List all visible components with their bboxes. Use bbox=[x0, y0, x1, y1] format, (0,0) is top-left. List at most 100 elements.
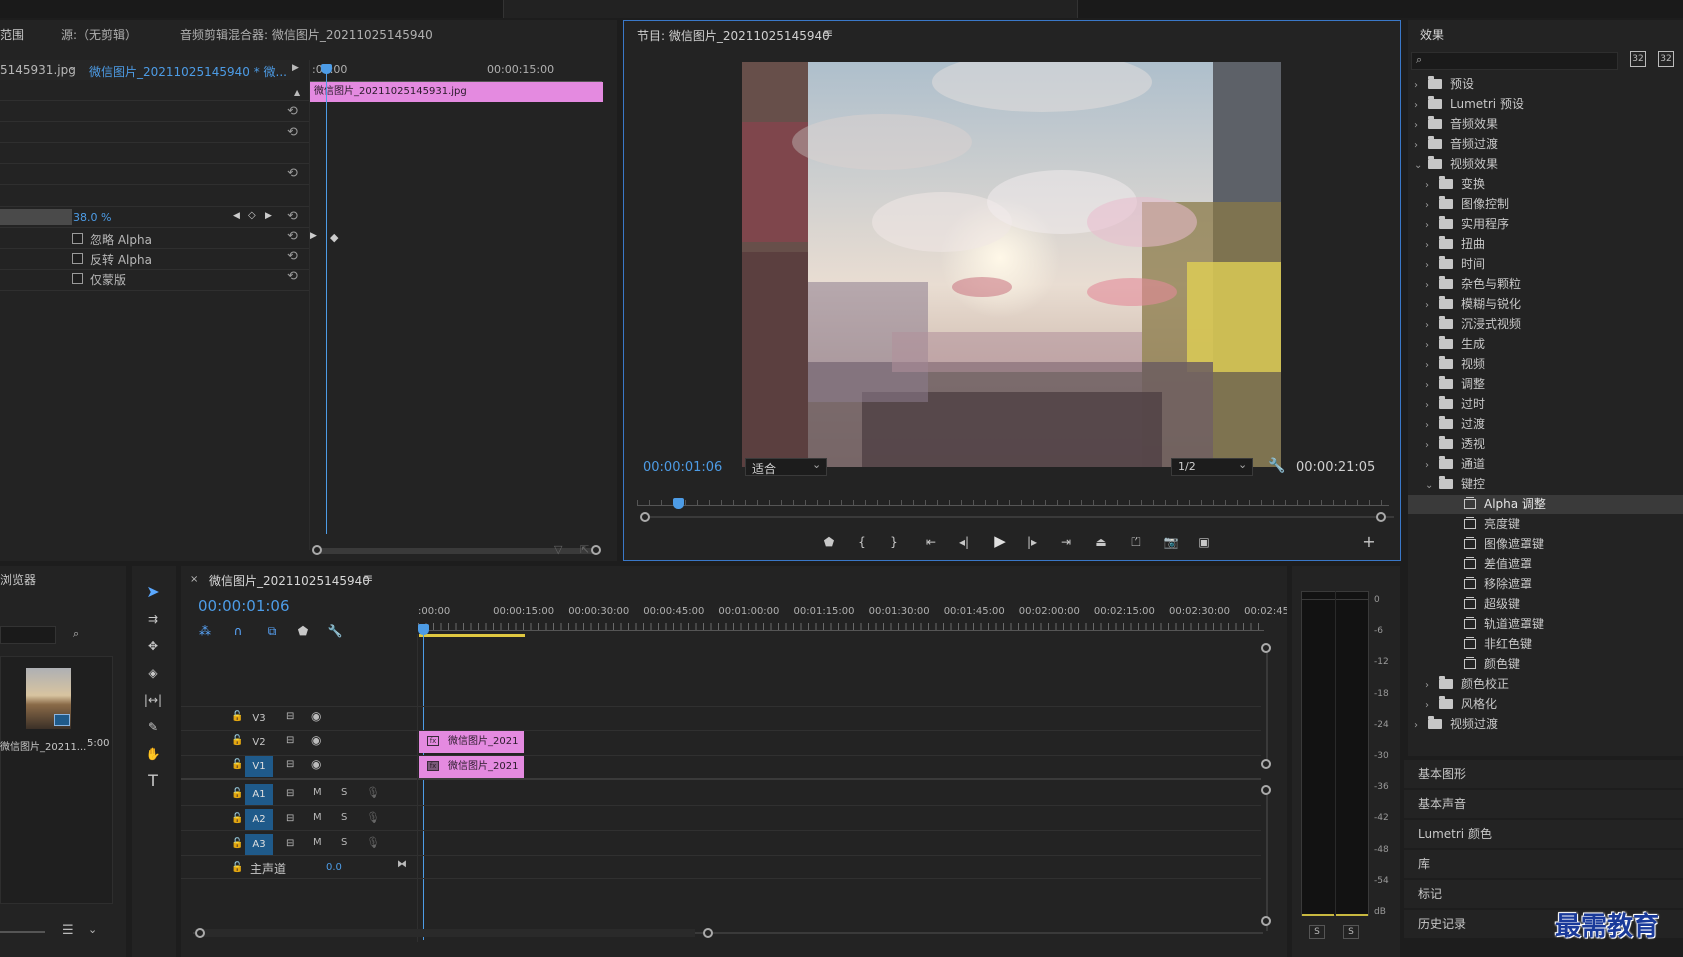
effects-tree-item[interactable]: › 实用程序 bbox=[1408, 215, 1683, 234]
effects-tree-item[interactable]: › 过渡 bbox=[1408, 415, 1683, 434]
reset-icon[interactable]: ⟲ bbox=[287, 104, 298, 119]
effects-tree-item[interactable]: › 风格化 bbox=[1408, 695, 1683, 714]
program-playhead[interactable] bbox=[673, 498, 684, 509]
zoom-slider[interactable] bbox=[0, 931, 45, 933]
mute-button[interactable]: M bbox=[313, 812, 322, 823]
chevron-down-icon[interactable]: ⌄ bbox=[88, 923, 97, 936]
effects-tree-item[interactable]: 超级键 bbox=[1408, 595, 1683, 614]
new-bin-icon[interactable]: 32 bbox=[1630, 51, 1646, 67]
type-tool-icon[interactable]: T bbox=[139, 771, 167, 791]
effects-tree-item[interactable]: › 视频过渡 bbox=[1408, 715, 1683, 734]
yuv-icon[interactable]: 32 bbox=[1658, 51, 1674, 67]
list-view-icon[interactable]: ☰ bbox=[62, 923, 74, 938]
chevron-right-icon[interactable]: › bbox=[1425, 276, 1439, 295]
effects-tree-item[interactable]: 差值遮罩 bbox=[1408, 555, 1683, 574]
work-area-bar[interactable] bbox=[419, 634, 525, 637]
chevron-right-icon[interactable]: › bbox=[1425, 296, 1439, 315]
track-select-icon[interactable]: ⇉ bbox=[139, 609, 167, 629]
camera-icon[interactable]: 📷 bbox=[1159, 532, 1183, 552]
effects-tree-item[interactable]: 轨道遮罩键 bbox=[1408, 615, 1683, 634]
effects-tree-item[interactable]: › 预设 bbox=[1408, 75, 1683, 94]
lock-icon[interactable]: 🔓 bbox=[231, 862, 243, 873]
timeline-ruler[interactable]: :00:00 00:00:15:00 00:00:30:00 00:00:45:00 0… bbox=[418, 606, 1287, 632]
track-a2[interactable]: A2 bbox=[245, 809, 273, 830]
h-scroll-thumb[interactable] bbox=[195, 929, 695, 937]
play-triangle-icon[interactable]: ▶ bbox=[292, 63, 299, 73]
ec-keyframe-icon[interactable]: ◆ bbox=[330, 231, 338, 244]
lock-icon[interactable]: 🔓 bbox=[231, 735, 243, 746]
video-frame[interactable] bbox=[742, 62, 1281, 467]
effects-tree-item[interactable]: › 视频 bbox=[1408, 355, 1683, 374]
go-to-in-icon[interactable]: ⇤ bbox=[919, 532, 943, 552]
program-zoom-bar[interactable] bbox=[646, 516, 1394, 518]
effects-tree-item[interactable]: › 生成 bbox=[1408, 335, 1683, 354]
find-icon[interactable]: ⌕ bbox=[73, 627, 79, 641]
effects-tree-item[interactable]: › 透视 bbox=[1408, 435, 1683, 454]
timeline-timecode[interactable]: 00:00:01:06 bbox=[198, 597, 290, 615]
track-v3[interactable]: V3 bbox=[245, 708, 273, 729]
effects-tree-item[interactable]: ⌄ 键控 bbox=[1408, 475, 1683, 494]
effects-tree-item[interactable]: 亮度键 bbox=[1408, 515, 1683, 534]
effects-tree-item[interactable]: › 模糊与锐化 bbox=[1408, 295, 1683, 314]
chevron-right-icon[interactable]: › bbox=[1425, 416, 1439, 435]
export-icon[interactable]: ⇱ bbox=[580, 543, 589, 556]
v-scrollbar-audio[interactable] bbox=[1266, 791, 1268, 931]
step-forward-icon[interactable]: |▸ bbox=[1022, 532, 1042, 552]
tab-range[interactable]: 范围 bbox=[0, 26, 24, 43]
eye-icon[interactable]: ◉ bbox=[311, 757, 321, 771]
solo-button[interactable]: S bbox=[341, 812, 347, 823]
sequence-tab[interactable]: 微信图片_20211025145940 bbox=[209, 572, 370, 589]
ripple-edit-icon[interactable]: ✥ bbox=[139, 636, 167, 656]
lock-icon[interactable]: 🔓 bbox=[231, 813, 243, 824]
step-back-icon[interactable]: ◂| bbox=[954, 532, 974, 552]
triangle-up-icon[interactable]: ▲ bbox=[294, 88, 300, 97]
sync-icon[interactable]: ⊟ bbox=[286, 759, 294, 770]
effects-tree-item[interactable]: › 沉浸式视频 bbox=[1408, 315, 1683, 334]
mic-icon[interactable]: 🎙 bbox=[366, 836, 380, 849]
invert-alpha-checkbox[interactable] bbox=[72, 253, 83, 264]
go-to-end-icon[interactable]: ⧓ bbox=[397, 859, 407, 870]
slip-icon[interactable]: |↔| bbox=[139, 690, 167, 710]
program-timecode[interactable]: 00:00:01:06 bbox=[643, 460, 722, 475]
reset-icon[interactable]: ⟲ bbox=[287, 125, 298, 140]
effects-tree-item[interactable]: › 音频过渡 bbox=[1408, 135, 1683, 154]
chevron-right-icon[interactable]: › bbox=[1425, 216, 1439, 235]
extract-icon[interactable]: ⏍ bbox=[1124, 532, 1148, 552]
sync-icon[interactable]: ⊟ bbox=[286, 711, 294, 722]
effects-tree-item[interactable]: Alpha 调整 bbox=[1408, 495, 1683, 514]
nest-icon[interactable]: ⁂ bbox=[196, 621, 214, 641]
lift-icon[interactable]: ⏏ bbox=[1089, 532, 1113, 552]
go-to-out-icon[interactable]: ⇥ bbox=[1054, 532, 1078, 552]
collapsed-panel-header[interactable]: 标记 bbox=[1404, 880, 1683, 908]
effects-tree-item[interactable]: › Lumetri 预设 bbox=[1408, 95, 1683, 114]
chevron-right-icon[interactable]: › bbox=[1425, 256, 1439, 275]
sequence-clip-name[interactable]: 微信图片_20211025145940 * 微... bbox=[89, 63, 287, 80]
effects-tree-item[interactable]: ⌄ 视频效果 bbox=[1408, 155, 1683, 174]
chevron-right-icon[interactable]: › bbox=[1425, 696, 1439, 715]
close-icon[interactable]: × bbox=[190, 574, 198, 585]
resolution-dropdown[interactable]: 1/2 ⌄ bbox=[1171, 458, 1253, 476]
timeline-playhead[interactable] bbox=[423, 632, 424, 940]
mic-icon[interactable]: 🎙 bbox=[366, 786, 380, 799]
mic-icon[interactable]: 🎙 bbox=[366, 811, 380, 824]
add-marker-icon[interactable]: ⬟ bbox=[819, 532, 839, 552]
reset-icon[interactable]: ⟲ bbox=[287, 249, 298, 264]
chevron-right-icon[interactable]: › bbox=[1425, 676, 1439, 695]
track-v1[interactable]: V1 bbox=[245, 756, 273, 777]
effects-tree-item[interactable]: › 音频效果 bbox=[1408, 115, 1683, 134]
program-scrub-ruler[interactable] bbox=[637, 500, 1389, 506]
chevron-down-icon[interactable]: ⌄ bbox=[1414, 156, 1428, 175]
effects-tree-item[interactable]: › 通道 bbox=[1408, 455, 1683, 474]
play-icon[interactable]: ▶ bbox=[988, 531, 1012, 551]
effects-tree-item[interactable]: › 变换 bbox=[1408, 175, 1683, 194]
chevron-right-icon[interactable]: › bbox=[1414, 76, 1428, 95]
eye-icon[interactable]: ◉ bbox=[311, 733, 321, 747]
chevron-right-icon[interactable]: › bbox=[1414, 716, 1428, 735]
pen-icon[interactable]: ✎ bbox=[139, 717, 167, 737]
track-v2[interactable]: V2 bbox=[245, 732, 273, 753]
lock-icon[interactable]: 🔓 bbox=[231, 759, 243, 770]
effects-tree-item[interactable]: › 颜色校正 bbox=[1408, 675, 1683, 694]
reset-icon[interactable]: ⟲ bbox=[287, 229, 298, 244]
sync-icon[interactable]: ⊟ bbox=[286, 838, 294, 849]
sync-icon[interactable]: ⊟ bbox=[286, 735, 294, 746]
